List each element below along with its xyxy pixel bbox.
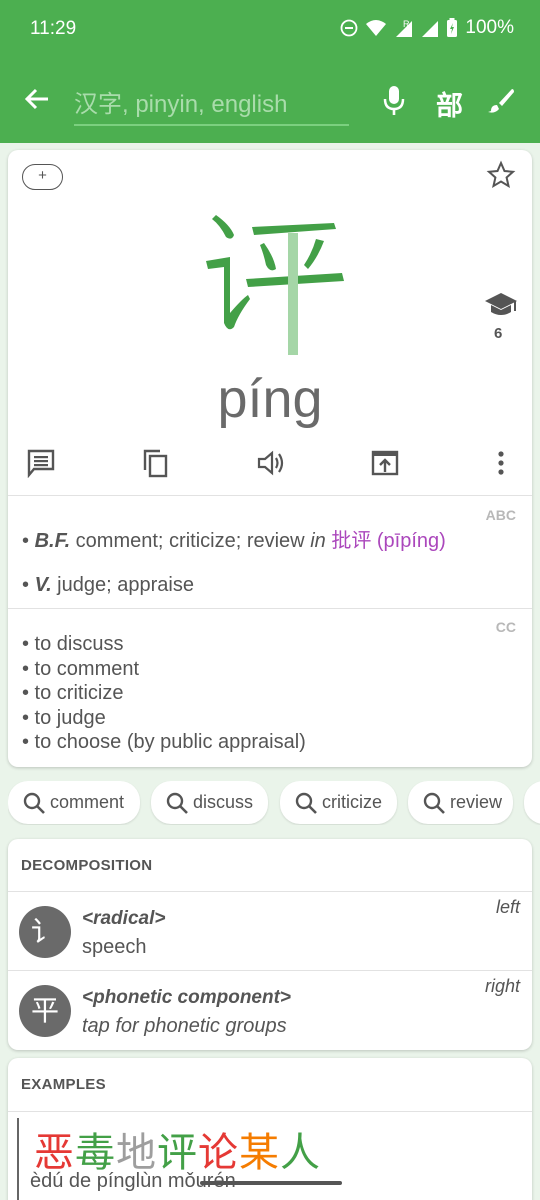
character-display[interactable] [188, 205, 348, 365]
add-to-list-button[interactable]: + [22, 164, 63, 190]
section-title: DECOMPOSITION [21, 857, 153, 874]
do-not-disturb-icon [340, 19, 358, 37]
comment-icon[interactable] [26, 448, 56, 478]
component-char: 讠 [19, 906, 71, 958]
abc-definition-1: • B.F. comment; criticize; review in 批评 … [22, 530, 446, 552]
status-bar: 11:29 R 100% [0, 0, 540, 60]
list-item: • to choose (by public appraisal) [22, 731, 306, 754]
search-icon [423, 792, 445, 814]
radical-button[interactable]: 部 [436, 84, 463, 123]
divider [8, 1111, 532, 1112]
list-item: • to judge [22, 706, 106, 729]
related-word-link[interactable]: 批评 (pīpíng) [331, 530, 445, 552]
share-icon[interactable] [370, 448, 400, 478]
search-icon [23, 792, 45, 814]
home-indicator[interactable] [200, 1181, 342, 1185]
component-subtitle: speech [82, 936, 147, 958]
battery-percent: 100% [465, 17, 514, 38]
decomposition-card: DECOMPOSITION 讠 <radical> speech left 平 … [8, 839, 532, 1050]
status-icons: R 100% [340, 17, 514, 39]
signal-icon [422, 21, 439, 37]
copy-icon[interactable] [140, 448, 170, 478]
example-char: 人 [280, 1130, 321, 1176]
chip-comment[interactable]: comment [8, 781, 140, 824]
examples-card: EXAMPLES 恶毒地评论某人 èdú de pínglùn mǒurén [8, 1058, 532, 1200]
chip-criticize[interactable]: criticize [280, 781, 397, 824]
divider [8, 891, 532, 892]
pinyin-display[interactable]: píng [8, 368, 532, 430]
search-icon [166, 792, 188, 814]
part-of-speech: V. [34, 574, 52, 596]
app-bar: 部 [0, 60, 540, 143]
divider [8, 970, 532, 971]
part-of-speech: B.F. [34, 530, 71, 552]
list-item: • to discuss [22, 633, 124, 655]
signal-roaming-icon: R [396, 19, 413, 37]
abc-definition-2: • V. judge; appraise [22, 574, 194, 596]
star-icon[interactable] [486, 160, 516, 190]
brush-icon[interactable] [487, 86, 515, 114]
component-title: <phonetic component> [82, 987, 292, 1008]
divider [8, 495, 532, 496]
volume-icon[interactable] [256, 448, 286, 478]
battery-icon [447, 18, 458, 37]
wifi-icon [366, 20, 387, 36]
list-item: • to comment [22, 657, 140, 680]
cc-definitions: • to discuss • to comment • to criticize… [22, 632, 306, 755]
mic-icon[interactable] [380, 84, 408, 116]
more-vert-icon[interactable] [486, 448, 516, 478]
component-title: <radical> [82, 908, 166, 929]
example-char: 某 [239, 1130, 280, 1176]
component-subtitle: tap for phonetic groups [82, 1015, 287, 1037]
abc-source-tag: ABC [485, 507, 516, 523]
chip-discuss[interactable]: discuss [151, 781, 268, 824]
hsk-level-icon[interactable] [484, 290, 518, 320]
entry-actions [8, 448, 532, 482]
divider [8, 608, 532, 609]
chip-more[interactable] [524, 781, 540, 824]
component-position: left [495, 897, 520, 917]
cc-source-tag: CC [495, 619, 516, 635]
example-accent-bar [17, 1118, 19, 1200]
chip-review[interactable]: review [408, 781, 513, 824]
hsk-level: 6 [494, 325, 503, 342]
component-position: right [484, 976, 520, 996]
component-char: 平 [19, 985, 71, 1037]
search-input[interactable] [74, 86, 349, 126]
svg-text:R: R [403, 19, 410, 29]
search-chips: comment discuss criticize review [8, 781, 540, 825]
search-icon [295, 792, 317, 814]
back-arrow-icon[interactable] [22, 84, 52, 114]
status-time: 11:29 [30, 18, 77, 39]
list-item: • to criticize [22, 682, 124, 705]
entry-card: + 6 píng ABC • B.F. comment; criticize; … [8, 150, 532, 767]
section-title: EXAMPLES [21, 1076, 106, 1093]
